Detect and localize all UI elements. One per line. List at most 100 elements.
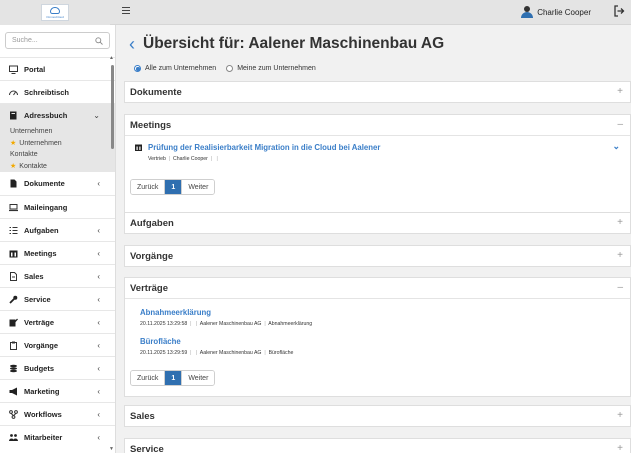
pager-prev-button[interactable]: Zurück [131,180,165,194]
sidebar-item-mitarbeiter[interactable]: Mitarbeiter ‹ [0,425,115,448]
sidebar-item-vorgaenge[interactable]: Vorgänge ‹ [0,333,115,356]
star-icon: ★ [10,140,17,148]
tasks-icon [9,226,18,235]
sidebar-item-label: Dokumente [24,179,65,188]
submenu-item-kontakte-favorite[interactable]: ★ Kontakte [0,161,115,173]
avatar-icon [521,6,534,18]
panel-header-service[interactable]: Service + [125,439,630,453]
panel-header-vertraege[interactable]: Verträge – [125,278,630,298]
expand-plus-icon[interactable]: + [617,410,623,421]
contract-title-link[interactable]: Bürofläche [140,337,293,346]
sidebar-item-label: Marketing [24,386,60,396]
contract-meta: 20.11.2025 13:29:58 | | Aalener Maschine… [140,321,313,327]
panel-header-sales[interactable]: Sales + [125,406,630,426]
list-item[interactable]: Abnahmeerklärung 20.11.2025 13:29:58 | |… [140,308,312,327]
contract-date: 20.11.2025 13:29:58 [140,321,188,327]
list-item[interactable]: Prüfung der Realisierbarkeit Migration i… [125,136,630,166]
chevron-left-icon: ‹ [97,433,100,442]
chevron-left-icon: ‹ [97,272,100,281]
workflow-icon [9,409,18,419]
logout-icon[interactable] [613,5,625,17]
top-bar: OmnesCloud Charlie Cooper [0,0,631,25]
search-placeholder: Suche... [12,37,38,44]
panel-title: Verträge [130,282,169,294]
sidebar-item-portal[interactable]: Portal [0,57,115,80]
logo-text: OmnesCloud [46,14,64,19]
chevron-down-icon[interactable]: ⌄ [612,141,620,152]
pager-prev-button[interactable]: Zurück [131,371,165,385]
submenu-item-kontakte[interactable]: Kontakte [0,149,115,161]
contract-type: Abnahmeerklärung [268,321,313,327]
sidebar-item-marketing[interactable]: Marketing ‹ [0,379,115,402]
submenu-label: Unternehmen [19,139,62,147]
monitor-icon [9,65,18,74]
sidebar-item-label: Schreibtisch [24,87,70,97]
expand-plus-icon[interactable]: + [617,443,623,453]
expand-plus-icon[interactable]: + [617,250,623,261]
panel-header-aufgaben[interactable]: Aufgaben + [125,213,630,233]
submenu-item-unternehmen-favorite[interactable]: ★ Unternehmen [0,138,115,150]
star-icon: ★ [10,163,17,171]
back-chevron-icon[interactable]: ‹ [129,35,135,53]
meetings-list: Prüfung der Realisierbarkeit Migration i… [125,135,630,224]
sidebar-item-aufgaben[interactable]: Aufgaben ‹ [0,218,115,241]
sidebar-item-label: Budgets [24,363,54,373]
logo-area[interactable]: OmnesCloud [0,0,110,25]
contract-title-link[interactable]: Abnahmeerklärung [140,308,312,317]
contract-company: Aalener Maschinenbau AG [199,321,262,327]
panel-meetings: Meetings – Prüfung der Realisierbarkeit … [124,114,631,224]
filter-radio-group: Alle zum Unternehmen Meine zum Unternehm… [134,65,316,72]
search-icon[interactable] [95,37,103,45]
contract-date: 20.11.2025 13:29:59 [140,350,188,356]
sidebar-item-meetings[interactable]: Meetings ‹ [0,241,115,264]
chevron-left-icon: ‹ [97,295,100,304]
menu-toggle-icon[interactable] [122,7,130,14]
wrench-icon [9,295,18,304]
sidebar-item-adressbuch[interactable]: Adressbuch ⌄ [0,103,115,126]
submenu-label: Kontakte [19,162,47,170]
sidebar-scrollbar[interactable] [111,65,114,149]
pager-page-button[interactable]: 1 [164,371,182,385]
radio-all-company[interactable]: Alle zum Unternehmen [134,65,216,72]
sidebar-item-schreibtisch[interactable]: Schreibtisch [0,80,115,103]
contract-icon [9,318,18,327]
sidebar-item-workflows[interactable]: Workflows ‹ [0,402,115,425]
sidebar-item-label: Workflows [24,409,62,419]
pager-next-button[interactable]: Weiter [181,180,215,194]
user-menu[interactable]: Charlie Cooper [521,6,591,18]
search-input[interactable]: Suche... [5,32,110,49]
sidebar-item-sales[interactable]: Sales ‹ [0,264,115,287]
chevron-left-icon: ‹ [97,364,100,373]
sidebar-item-budgets[interactable]: Budgets ‹ [0,356,115,379]
pager-page-button[interactable]: 1 [164,180,182,194]
submenu-item-unternehmen[interactable]: Unternehmen [0,126,115,138]
chevron-left-icon: ‹ [97,410,100,419]
pager-next-button[interactable]: Weiter [181,371,215,385]
panel-header-meetings[interactable]: Meetings – [125,115,630,135]
panel-header-vorgaenge[interactable]: Vorgänge + [125,246,630,266]
expand-plus-icon[interactable]: + [617,217,623,228]
sidebar-item-service[interactable]: Service ‹ [0,287,115,310]
panel-header-dokumente[interactable]: Dokumente + [125,82,630,102]
list-item[interactable]: Bürofläche 20.11.2025 13:29:59 | | Aalen… [140,337,293,356]
sidebar-item-label: Adressbuch [24,110,68,120]
panel-service: Service + [124,438,631,453]
laptop-icon [9,203,18,212]
sidebar-item-maileingang[interactable]: Maileingang [0,195,115,218]
expand-plus-icon[interactable]: + [617,86,623,97]
sidebar-item-label: Portal [24,64,46,74]
sidebar-item-dokumente[interactable]: Dokumente ‹ [0,172,115,195]
scroll-up-icon[interactable]: ▲ [109,55,114,61]
collapse-minus-icon[interactable]: – [617,119,623,130]
sidebar-item-label: Mitarbeiter [24,432,63,442]
panel-title: Aufgaben [130,217,174,229]
meeting-title-link[interactable]: Prüfung der Realisierbarkeit Migration i… [148,143,380,152]
app-logo[interactable]: OmnesCloud [41,4,69,21]
user-name: Charlie Cooper [537,7,591,17]
collapse-minus-icon[interactable]: – [617,282,623,293]
chevron-left-icon: ‹ [97,226,100,235]
contract-meta: 20.11.2025 13:29:59 | | Aalener Maschine… [140,350,294,356]
radio-mine-company[interactable]: Meine zum Unternehmen [226,65,316,72]
scroll-down-icon[interactable]: ▼ [109,446,114,452]
sidebar-item-vertraege[interactable]: Verträge ‹ [0,310,115,333]
